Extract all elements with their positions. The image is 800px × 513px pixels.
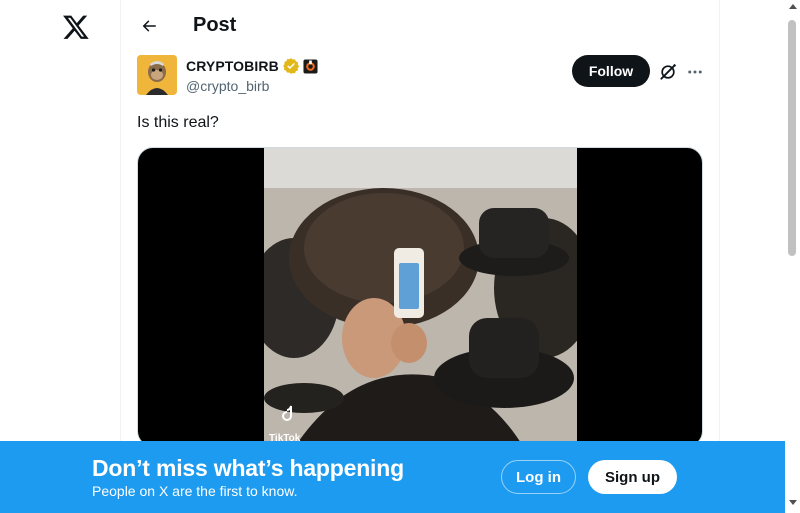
page-title: Post [193,14,237,36]
video-frame[interactable]: TikTok [264,148,577,446]
column-divider-left [120,0,121,513]
x-logo-icon[interactable] [62,13,90,41]
video-player[interactable]: TikTok [137,147,703,447]
author-block: CRYPTOBIRB @crypto_birb [186,57,318,94]
post-text: Is this real? [137,114,219,131]
avatar[interactable] [137,55,177,95]
author-handle[interactable]: @crypto_birb [186,78,318,94]
arrow-left-icon [142,20,156,32]
column-divider-right [719,0,720,513]
affiliate-badge-icon[interactable] [303,58,318,74]
scroll-down-arrow-icon[interactable] [789,500,797,505]
grok-icon [660,63,677,80]
login-button[interactable]: Log in [501,460,576,494]
signup-button[interactable]: Sign up [588,460,677,494]
grok-button[interactable] [656,60,680,84]
back-button[interactable] [133,10,165,42]
follow-button[interactable]: Follow [572,55,650,87]
banner-subtitle: People on X are the first to know. [92,483,298,499]
scroll-up-arrow-icon[interactable] [789,4,797,9]
more-horizontal-icon [688,70,702,74]
scrollbar-thumb[interactable] [788,20,796,256]
video-thumbnail: TikTok [264,148,577,446]
page-header: Post [121,0,719,53]
verified-badge-icon [282,58,299,74]
banner-title: Don’t miss what’s happening [92,455,404,481]
signup-banner: Don’t miss what’s happening People on X … [0,441,785,513]
author-name[interactable]: CRYPTOBIRB [186,58,279,74]
page-scrollbar[interactable] [785,0,800,513]
more-options-button[interactable] [683,60,707,84]
